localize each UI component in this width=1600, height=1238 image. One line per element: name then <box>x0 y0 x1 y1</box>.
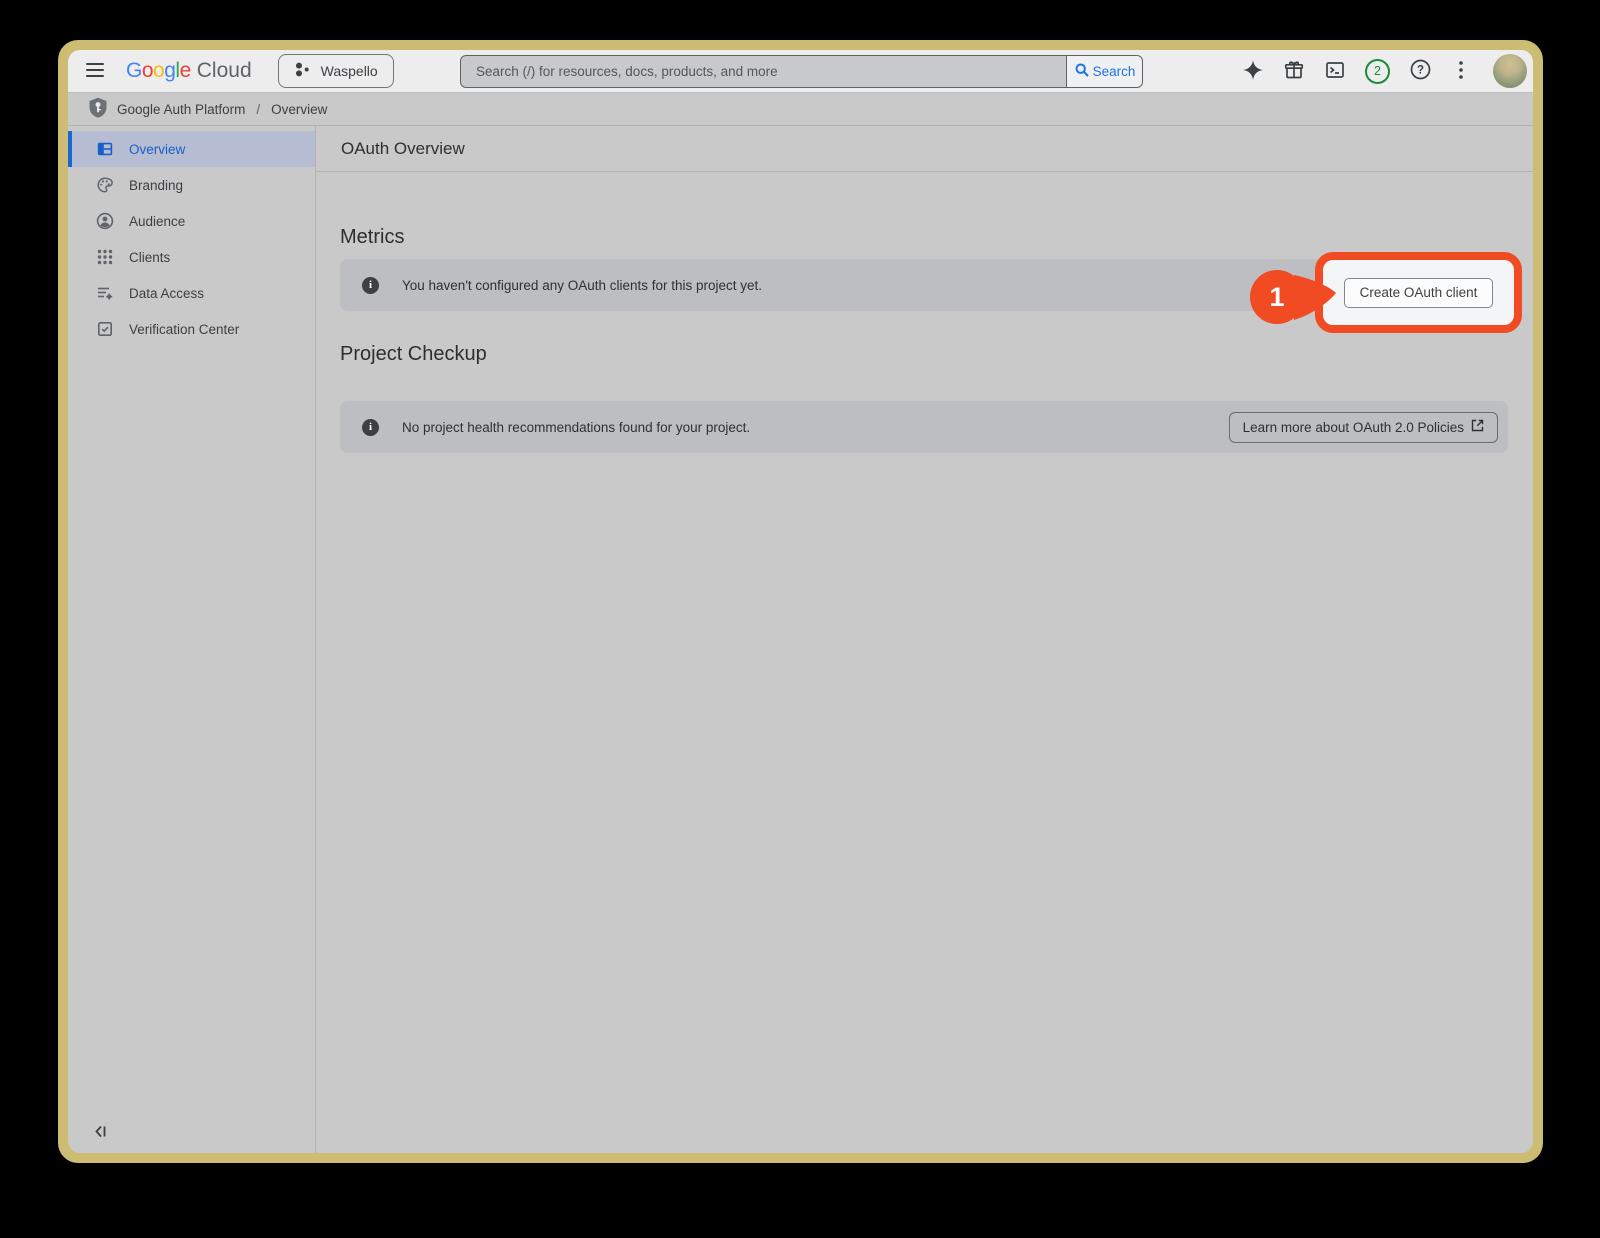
cloud-shell-button[interactable] <box>1324 60 1346 82</box>
search-bar: Search <box>460 55 1143 88</box>
collapse-sidebar-button[interactable] <box>92 1125 108 1141</box>
person-icon <box>96 212 114 230</box>
logo-letter: g <box>164 59 176 82</box>
annotation-highlight-box: Create OAuth client <box>1315 252 1522 333</box>
sidebar-item-label: Audience <box>129 213 186 229</box>
apps-grid-icon <box>96 248 114 266</box>
project-checkup-info-text: No project health recommendations found … <box>402 419 751 435</box>
logo-letter: o <box>141 59 154 82</box>
help-button[interactable]: ? <box>1409 59 1431 83</box>
sidebar-item-label: Verification Center <box>129 321 240 337</box>
project-selector[interactable]: Waspello <box>277 54 394 88</box>
sidebar-item-branding[interactable]: Branding <box>68 167 315 203</box>
palette-icon <box>96 176 114 194</box>
search-button[interactable]: Search <box>1066 55 1143 88</box>
external-link-icon <box>1471 419 1484 435</box>
project-checkup-heading: Project Checkup <box>340 343 487 365</box>
terminal-icon <box>1325 60 1345 83</box>
project-checkup-info-banner: i No project health recommendations foun… <box>340 401 1508 453</box>
sidebar-item-label: Branding <box>129 177 184 193</box>
screenshot-stage: Google Cloud Waspello Search (/) for res… <box>0 0 1600 1238</box>
sidebar-item-label: Clients <box>129 249 171 265</box>
logo-letter: G <box>126 59 142 82</box>
project-icon <box>294 61 311 81</box>
metrics-heading: Metrics <box>340 226 405 248</box>
info-icon: i <box>362 418 379 436</box>
account-avatar[interactable] <box>1493 54 1527 88</box>
google-cloud-logo[interactable]: Google Cloud <box>126 59 252 83</box>
browser-window: Google Cloud Waspello Search (/) for res… <box>68 50 1533 1153</box>
page-header: OAuth Overview <box>316 126 1533 172</box>
create-oauth-client-button[interactable]: Create OAuth client <box>1343 277 1494 308</box>
more-options-button[interactable] <box>1450 60 1472 82</box>
topbar-actions: 2 ? <box>1242 54 1527 88</box>
overview-icon <box>96 140 114 158</box>
logo-cloud-text: Cloud <box>196 59 252 82</box>
logo-letter: o <box>153 59 165 82</box>
gift-icon <box>1284 60 1304 83</box>
sidebar-item-overview[interactable]: Overview <box>68 131 315 167</box>
help-icon: ? <box>1410 59 1431 83</box>
notification-count: 2 <box>1374 64 1381 78</box>
annotation-step-badge: 1 <box>1250 270 1336 324</box>
data-access-icon <box>96 284 114 302</box>
sidebar-item-verification-center[interactable]: Verification Center <box>68 311 315 347</box>
sparkle-icon <box>1243 59 1263 83</box>
gift-button[interactable] <box>1283 60 1305 82</box>
annotation-step-number: 1 <box>1269 282 1284 312</box>
sidebar-item-label: Data Access <box>129 285 205 301</box>
logo-letter: e <box>179 59 192 82</box>
breadcrumb-product[interactable]: Google Auth Platform <box>117 102 245 117</box>
sidebar-item-label: Overview <box>129 141 186 157</box>
dots-vertical-icon <box>1459 60 1463 82</box>
search-button-label: Search <box>1092 64 1136 79</box>
verification-check-icon <box>96 320 114 338</box>
top-app-bar: Google Cloud Waspello Search (/) for res… <box>68 50 1533 93</box>
project-name: Waspello <box>320 63 378 79</box>
menu-button[interactable] <box>80 56 110 86</box>
sidebar: Overview Branding Audience Clients Data … <box>68 126 316 1153</box>
sidebar-item-audience[interactable]: Audience <box>68 203 315 239</box>
collapse-chevron-icon <box>93 1124 108 1142</box>
search-input[interactable] <box>460 55 1066 88</box>
sidebar-item-data-access[interactable]: Data Access <box>68 275 315 311</box>
auth-platform-shield-icon <box>88 97 108 121</box>
page-title: OAuth Overview <box>341 138 465 158</box>
sidebar-item-clients[interactable]: Clients <box>68 239 315 275</box>
breadcrumb: Google Auth Platform / Overview <box>68 93 1533 126</box>
notifications-button[interactable]: 2 <box>1365 58 1390 84</box>
breadcrumb-page: Overview <box>271 101 328 117</box>
search-icon <box>1074 62 1090 81</box>
learn-more-oauth-policies-button[interactable]: Learn more about OAuth 2.0 Policies <box>1228 411 1498 443</box>
gemini-button[interactable] <box>1242 59 1264 83</box>
metrics-info-text: You haven't configured any OAuth clients… <box>402 277 763 293</box>
svg-text:?: ? <box>1416 65 1423 77</box>
info-icon: i <box>362 276 379 294</box>
window-frame: Google Cloud Waspello Search (/) for res… <box>58 40 1543 1163</box>
hamburger-icon <box>86 62 104 80</box>
learn-more-label: Learn more about OAuth 2.0 Policies <box>1242 419 1464 435</box>
breadcrumb-separator: / <box>256 101 261 117</box>
